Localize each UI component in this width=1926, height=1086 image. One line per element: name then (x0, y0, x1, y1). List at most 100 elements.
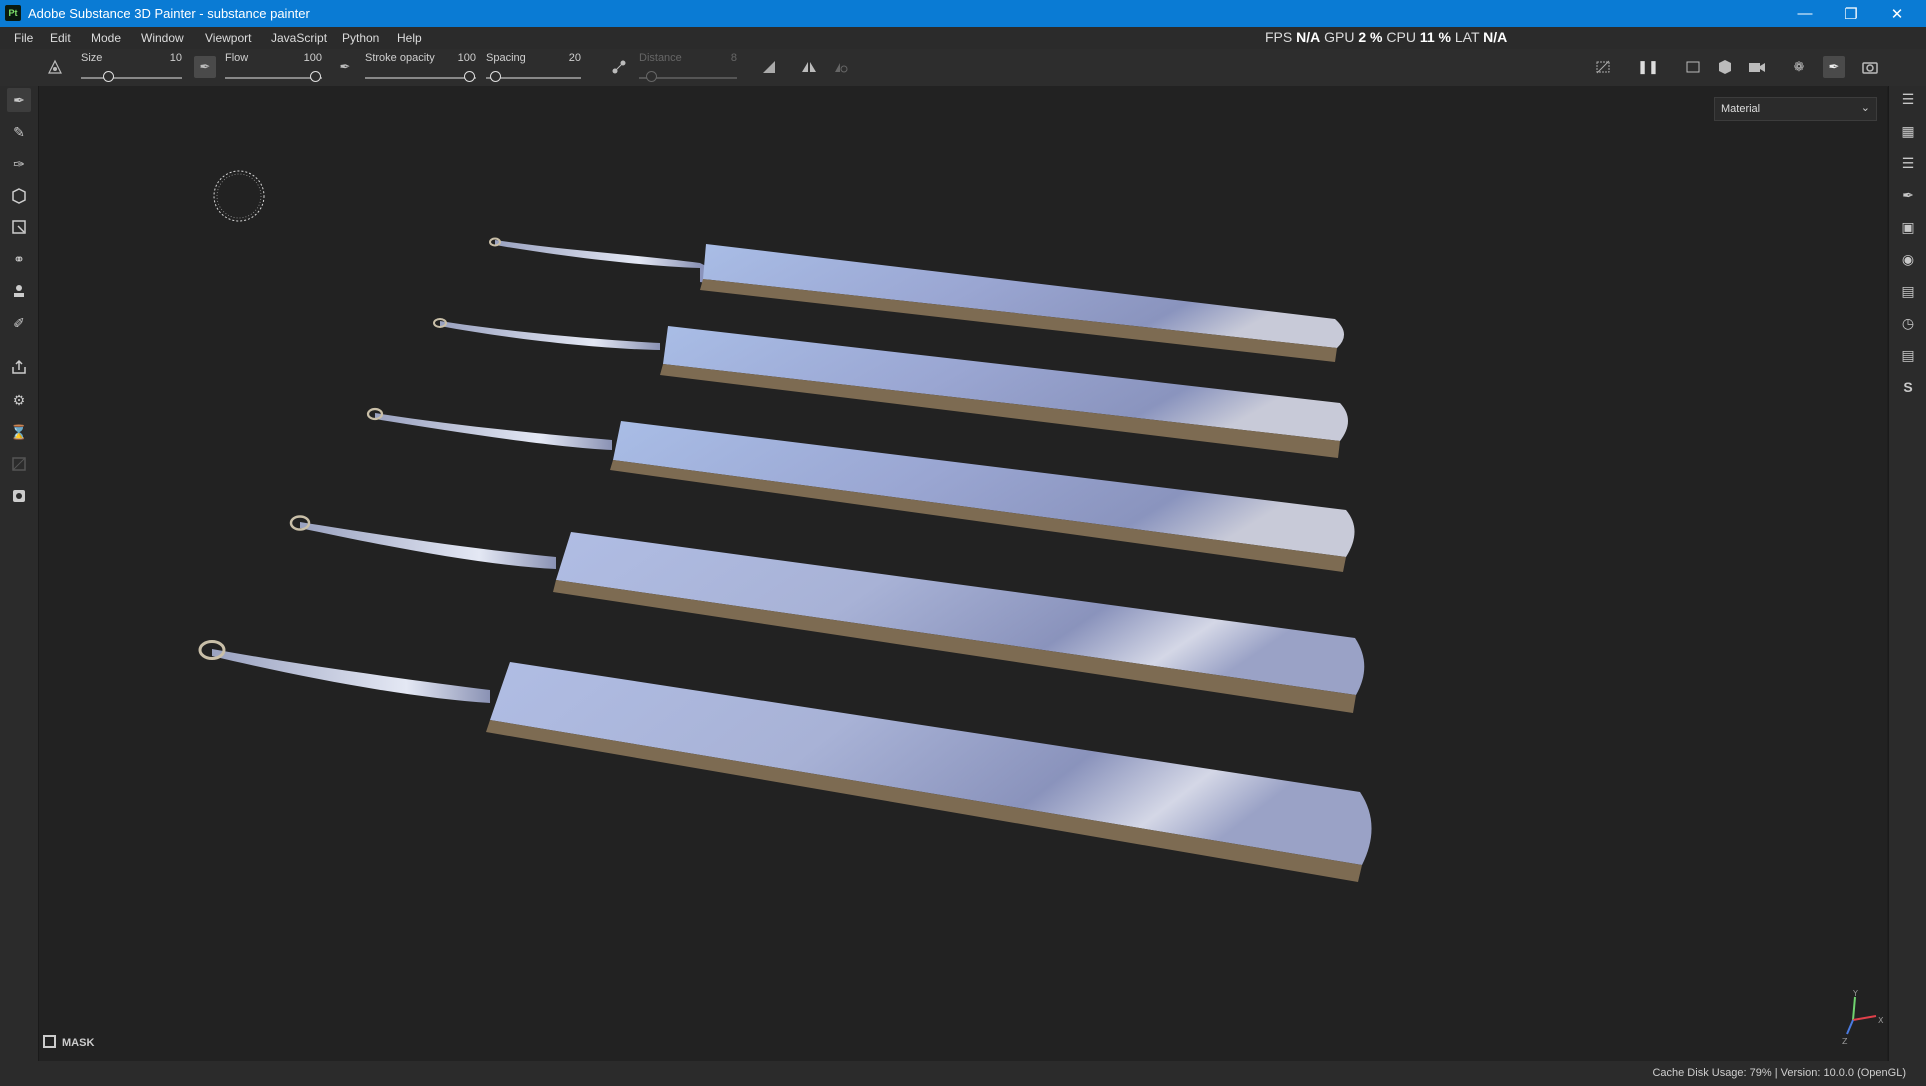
flow-value: 100 (303, 52, 322, 64)
pause-icon[interactable]: ❚❚ (1637, 56, 1659, 78)
spacing-label: Spacing (486, 52, 526, 64)
symmetry-settings-icon[interactable] (830, 56, 852, 78)
app-logo-icon: Pt (5, 5, 21, 21)
cpu-value: 11 % (1419, 29, 1451, 45)
smudge-icon[interactable]: ⚭ (7, 247, 31, 271)
polygon-fill-icon[interactable] (7, 184, 31, 208)
distance-slider: Distance 8 (639, 51, 737, 83)
assets-icon[interactable]: ▤ (1897, 280, 1919, 302)
log-icon[interactable]: ▤ (1897, 344, 1919, 366)
flow-label: Flow (225, 52, 249, 64)
size-label: Size (81, 52, 103, 64)
mesh-view-icon[interactable]: ❁ (1788, 56, 1810, 78)
axis-gizmo: Y X Z (1842, 989, 1884, 1046)
brush-properties-icon[interactable]: ✒ (1897, 184, 1919, 206)
menu-window[interactable]: Window (141, 31, 184, 45)
window-title: Adobe Substance 3D Painter - substance p… (28, 6, 310, 21)
menu-edit[interactable]: Edit (50, 31, 71, 45)
view-3d-icon[interactable] (1714, 56, 1736, 78)
projection-icon[interactable]: ✑ (7, 152, 31, 176)
3d-viewport[interactable]: Y X Z Material ⌄ MASK (39, 86, 1887, 1061)
clone-stamp-icon[interactable] (7, 279, 31, 303)
display-mode-value: Material (1721, 103, 1761, 115)
brush-cursor (213, 170, 265, 222)
hide-ui-icon[interactable] (1592, 56, 1614, 78)
size-knob[interactable] (103, 71, 114, 82)
paint-brush-icon[interactable]: ✒ (7, 88, 31, 112)
screenshot-tool-icon[interactable] (7, 484, 31, 508)
screenshot-icon[interactable] (1859, 56, 1881, 78)
stroke-opacity-slider[interactable]: Stroke opacity 100 (365, 51, 476, 83)
menu-python[interactable]: Python (342, 31, 379, 45)
distance-label: Distance (639, 52, 682, 64)
status-bar: Cache Disk Usage: 79% | Version: 10.0.0 … (0, 1061, 1926, 1086)
stroke-opacity-value: 100 (457, 52, 476, 64)
distance-value: 8 (730, 52, 737, 64)
bake-icon[interactable]: ⚙ (7, 388, 31, 412)
axis-x-label: X (1878, 1016, 1884, 1025)
camera-icon[interactable] (1746, 56, 1768, 78)
menu-help[interactable]: Help (397, 31, 422, 45)
lat-label: LAT (1454, 29, 1480, 45)
lazy-mouse-icon[interactable] (608, 56, 630, 78)
disabled-tool-icon (7, 452, 31, 476)
chevron-down-icon: ⌄ (1860, 102, 1870, 114)
spacing-slider[interactable]: Spacing 20 (486, 51, 581, 83)
restore-icon[interactable]: ❐ (1828, 0, 1874, 27)
export-icon[interactable] (7, 355, 31, 379)
tool-properties-bar: Size 10 ✒ Flow 100 ✒ Stroke opacity 100 … (0, 49, 1926, 87)
brush-cursor-inner (216, 173, 262, 219)
mask-checkbox-icon (43, 1035, 56, 1048)
geometry-mask-icon[interactable] (7, 215, 31, 239)
hourglass-icon: ⌛ (10, 423, 28, 440)
flow-slider[interactable]: Flow 100 (225, 51, 322, 83)
menu-mode[interactable]: Mode (91, 31, 121, 45)
flow-knob[interactable] (310, 71, 321, 82)
spacing-value: 20 (568, 52, 581, 64)
menu-file[interactable]: File (14, 31, 33, 45)
performance-stats: FPS N/A GPU 2 % CPU 11 % LAT N/A (1265, 29, 1507, 45)
fps-value: N/A (1296, 29, 1321, 45)
shader-settings-icon[interactable]: ◉ (1897, 248, 1919, 270)
size-value: 10 (169, 52, 182, 64)
mask-toggle[interactable]: MASK (43, 1035, 94, 1049)
gpu-label: GPU (1324, 29, 1355, 45)
menu-javascript[interactable]: JavaScript (271, 31, 327, 45)
lat-value: N/A (1483, 29, 1508, 45)
pen-pressure-flow-icon[interactable]: ✒ (334, 56, 356, 78)
eraser-icon[interactable]: ✎ (7, 120, 31, 144)
pen-pressure-size-icon[interactable]: ✒ (194, 56, 216, 78)
model-render[interactable]: Y X Z (39, 86, 1887, 1061)
status-text: Cache Disk Usage: 79% | Version: 10.0.0 … (1652, 1067, 1906, 1079)
substance-icon[interactable]: S (1897, 376, 1919, 398)
distance-knob (646, 71, 657, 82)
cpu-label: CPU (1386, 29, 1416, 45)
color-picker-icon[interactable]: ✐ (7, 311, 31, 335)
layers-panel-icon[interactable]: ☰ (1897, 88, 1919, 110)
size-slider[interactable]: Size 10 (81, 51, 182, 83)
layer-stack-icon[interactable]: ☰ (1897, 152, 1919, 174)
tools-sidebar: ✒ ✎ ✑ ⚭ ✐ ⚙ ⌛ (0, 86, 39, 1061)
axis-z-label: Z (1842, 1037, 1848, 1046)
display-settings-icon[interactable]: ▣ (1897, 216, 1919, 238)
menu-viewport[interactable]: Viewport (205, 31, 251, 45)
brush-preset-icon[interactable] (44, 56, 66, 78)
texture-set-icon[interactable]: ▦ (1897, 120, 1919, 142)
paint-mode-icon[interactable]: ✒ (1823, 56, 1845, 78)
gpu-value: 2 % (1358, 29, 1383, 45)
minimize-icon[interactable]: — (1782, 0, 1828, 27)
stroke-opacity-knob[interactable] (464, 71, 475, 82)
viewport-layout-icon[interactable] (1682, 56, 1704, 78)
title-bar: Pt Adobe Substance 3D Painter - substanc… (0, 0, 1926, 27)
menu-bar: File Edit Mode Window Viewport JavaScrip… (0, 27, 1926, 49)
display-mode-dropdown[interactable]: Material ⌄ (1714, 97, 1877, 121)
history-icon[interactable]: ◷ (1897, 312, 1919, 334)
alignment-icon[interactable] (758, 56, 780, 78)
panels-sidebar: ☰ ▦ ☰ ✒ ▣ ◉ ▤ ◷ ▤ S (1888, 86, 1926, 1061)
symmetry-icon[interactable] (798, 56, 820, 78)
axis-y-label: Y (1852, 989, 1858, 998)
close-icon[interactable]: ✕ (1874, 0, 1920, 27)
stroke-opacity-label: Stroke opacity (365, 52, 435, 64)
mask-label: MASK (62, 1037, 95, 1049)
spacing-knob[interactable] (490, 71, 501, 82)
